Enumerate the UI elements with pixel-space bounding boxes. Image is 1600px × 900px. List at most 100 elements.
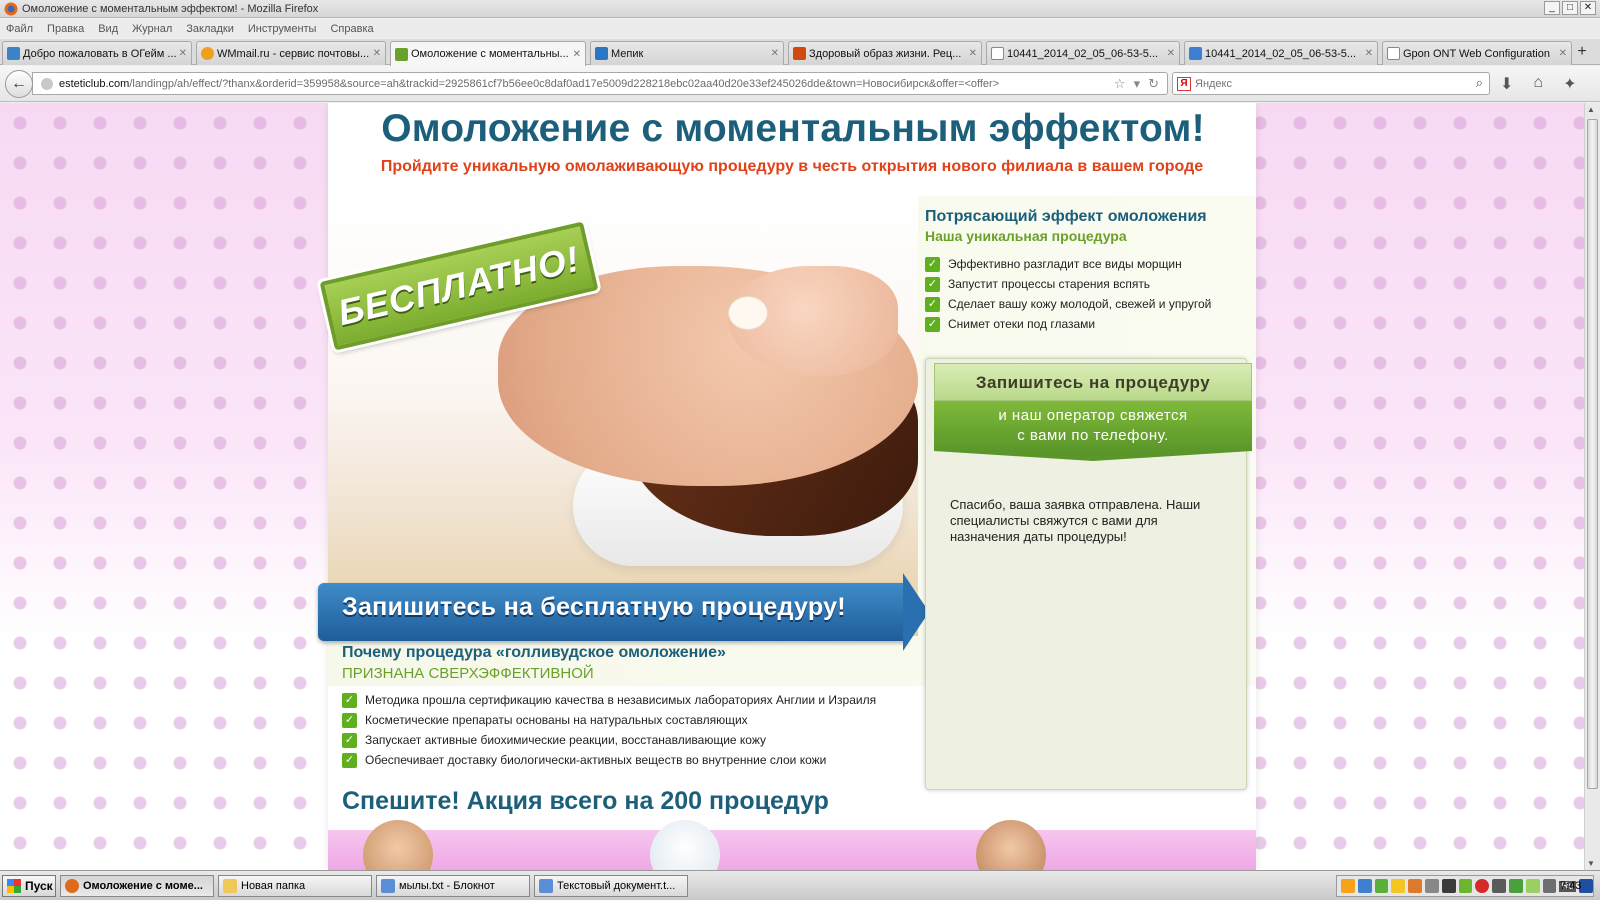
menu-edit[interactable]: Правка [47,23,84,35]
start-label: Пуск [25,879,53,893]
scroll-up-arrow-icon[interactable]: ▲ [1587,105,1595,114]
menu-bar: Файл Правка Вид Журнал Закладки Инструме… [0,19,1600,38]
reason-text: Обеспечивает доставку биологически-актив… [365,753,827,767]
tray-app-icon[interactable] [1475,879,1490,893]
tab-label: 10441_2014_02_05_06-53-5... [1205,47,1357,60]
address-bar[interactable]: esteticlub.com /landingp/ah/effect/?than… [32,72,1168,95]
home-icon[interactable]: ⌂ [1533,74,1543,94]
tab-close-icon[interactable]: ✕ [373,48,381,59]
checkmark-icon: ✓ [925,256,940,272]
tab-gpon[interactable]: Gpon ONT Web Configuration ✕ [1382,41,1572,65]
list-item: ✓ Сделает вашу кожу молодой, свежей и упр… [925,294,1211,314]
tab-image-1[interactable]: 10441_2014_02_05_06-53-5... ✕ [986,41,1180,65]
scroll-down-arrow-icon[interactable]: ▼ [1587,859,1595,868]
tab-label: Добро пожаловать в ОГейм ... [23,47,176,60]
benefit-text: Эффективно разгладит все виды морщин [948,257,1182,271]
tab-ogame[interactable]: Добро пожаловать в ОГейм ... ✕ [2,41,192,65]
page-viewport: Омоложение с моментальным эффектом! Прой… [0,103,1584,870]
tray-app-icon[interactable] [1458,879,1473,893]
tab-close-icon[interactable]: ✕ [179,48,187,59]
tab-label: Мепик [611,47,644,60]
hurry-headline: Спешите! Акция всего на 200 процедур [342,787,829,815]
vertical-scrollbar[interactable]: ▲ ▼ [1584,103,1600,870]
signup-banner-arrow[interactable]: Запишитесь на бесплатную процедуру! [318,573,930,651]
menu-file[interactable]: Файл [6,23,33,35]
taskbar-item-text-document[interactable]: Текстовый документ.t... [534,875,688,897]
taskbar-item-firefox[interactable]: Омоложение с моме... [60,875,214,897]
site-identity-globe-icon[interactable] [41,77,53,90]
tray-app-icon[interactable] [1391,879,1406,893]
tray-app-icon[interactable] [1508,879,1523,893]
taskbar-item-label: Омоложение с моме... [83,880,203,892]
list-item: ✓ Обеспечивает доставку биологически-акти… [342,750,876,770]
menu-history[interactable]: Журнал [132,23,172,35]
tray-app-icon[interactable] [1341,879,1355,893]
reload-icon[interactable]: ↻ [1148,76,1159,92]
why-subtitle: ПРИЗНАНА СВЕРХЭФФЕКТИВНОЙ [342,665,594,682]
scrollbar-thumb[interactable] [1587,119,1598,789]
url-path: /landingp/ah/effect/?thanx&orderid=35995… [129,77,1000,90]
taskbar-item-notepad[interactable]: мылы.txt - Блокнот [376,875,530,897]
benefit-text: Снимет отеки под глазами [948,317,1096,331]
yandex-icon[interactable]: Я [1177,76,1191,91]
close-window-button[interactable]: ✕ [1580,1,1596,15]
tray-app-icon[interactable] [1357,879,1372,893]
tab-close-icon[interactable]: ✕ [771,48,779,59]
taskbar-item-label: Новая папка [241,880,306,892]
landing-page: Омоложение с моментальным эффектом! Прой… [318,103,1256,870]
bookmark-star-icon[interactable]: ☆ [1114,76,1126,92]
tab-label: Здоровый образ жизни. Рец... [809,47,962,60]
tray-app-icon[interactable] [1441,879,1456,893]
tab-wmmail[interactable]: WMmail.ru - сервис почтовы... ✕ [196,41,386,65]
tab-close-icon[interactable]: ✕ [1365,48,1373,59]
reviewer-avatar [976,820,1046,870]
menu-bookmarks[interactable]: Закладки [186,23,234,35]
addon-puzzle-icon[interactable]: ✦ [1563,74,1576,94]
minimize-button[interactable]: _ [1544,1,1560,15]
clock[interactable]: 7:43 [1560,880,1581,892]
tray-app-icon[interactable] [1424,879,1439,893]
taskbar-item-folder[interactable]: Новая папка [218,875,372,897]
form-subtitle-line1: и наш оператор свяжется [998,407,1188,424]
why-title: Почему процедура «голливудское омоложени… [342,644,726,661]
signup-form-panel: Запишитесь на процедуру и наш оператор с… [925,358,1252,790]
back-arrow-icon[interactable]: ← [5,70,33,98]
search-magnifier-icon[interactable]: ⌕ [1476,75,1483,91]
tab-close-icon[interactable]: ✕ [969,48,977,59]
maximize-button[interactable]: □ [1562,1,1578,15]
benefit-text: Сделает вашу кожу молодой, свежей и упру… [948,297,1212,311]
cotton-pad-shape [728,296,768,330]
tab-close-icon[interactable]: ✕ [1167,48,1175,59]
tray-app-icon[interactable] [1374,879,1389,893]
tab-label: Омоложение с моментальны... [411,48,569,60]
tray-app-icon[interactable] [1408,879,1422,893]
tray-app-icon[interactable] [1492,879,1506,893]
tab-close-icon[interactable]: ✕ [573,49,581,60]
tab-close-icon[interactable]: ✕ [1559,48,1567,59]
tab-favicon-icon [793,47,806,60]
downloads-arrow-icon[interactable]: ⬇ [1500,74,1513,94]
search-input[interactable] [1195,77,1445,90]
search-bar[interactable]: Я ⌕ [1172,72,1490,95]
form-ribbon: Запишитесь на процедуру и наш оператор с… [934,363,1252,461]
page-subline: Пройдите уникальную омолаживающую процед… [380,158,1204,175]
reviewer-avatar [363,820,433,870]
taskbar-item-label: мылы.txt - Блокнот [399,880,495,892]
new-tab-plus-icon[interactable]: + [1572,43,1592,63]
start-button[interactable]: Пуск [2,875,56,897]
notepad-icon [539,879,553,893]
menu-tools[interactable]: Инструменты [248,23,317,35]
list-item: ✓ Эффективно разгладит все виды морщин [925,254,1211,274]
menu-view[interactable]: Вид [98,23,118,35]
tab-current[interactable]: Омоложение с моментальны... ✕ [390,41,586,66]
checkmark-icon: ✓ [925,316,940,332]
reason-text: Косметические препараты основаны на нату… [365,713,748,727]
url-dropdown-chevron-icon[interactable]: ▾ [1134,76,1141,92]
tab-mepik[interactable]: Мепик ✕ [590,41,784,65]
network-icon[interactable] [1542,879,1557,893]
tray-app-icon[interactable] [1525,879,1540,893]
tab-image-2[interactable]: 10441_2014_02_05_06-53-5... ✕ [1184,41,1378,65]
hero-section: БЕСПЛАТНО! Запишитесь на бесплатную проц… [318,196,1256,790]
menu-help[interactable]: Справка [330,23,373,35]
tab-health[interactable]: Здоровый образ жизни. Рец... ✕ [788,41,982,65]
